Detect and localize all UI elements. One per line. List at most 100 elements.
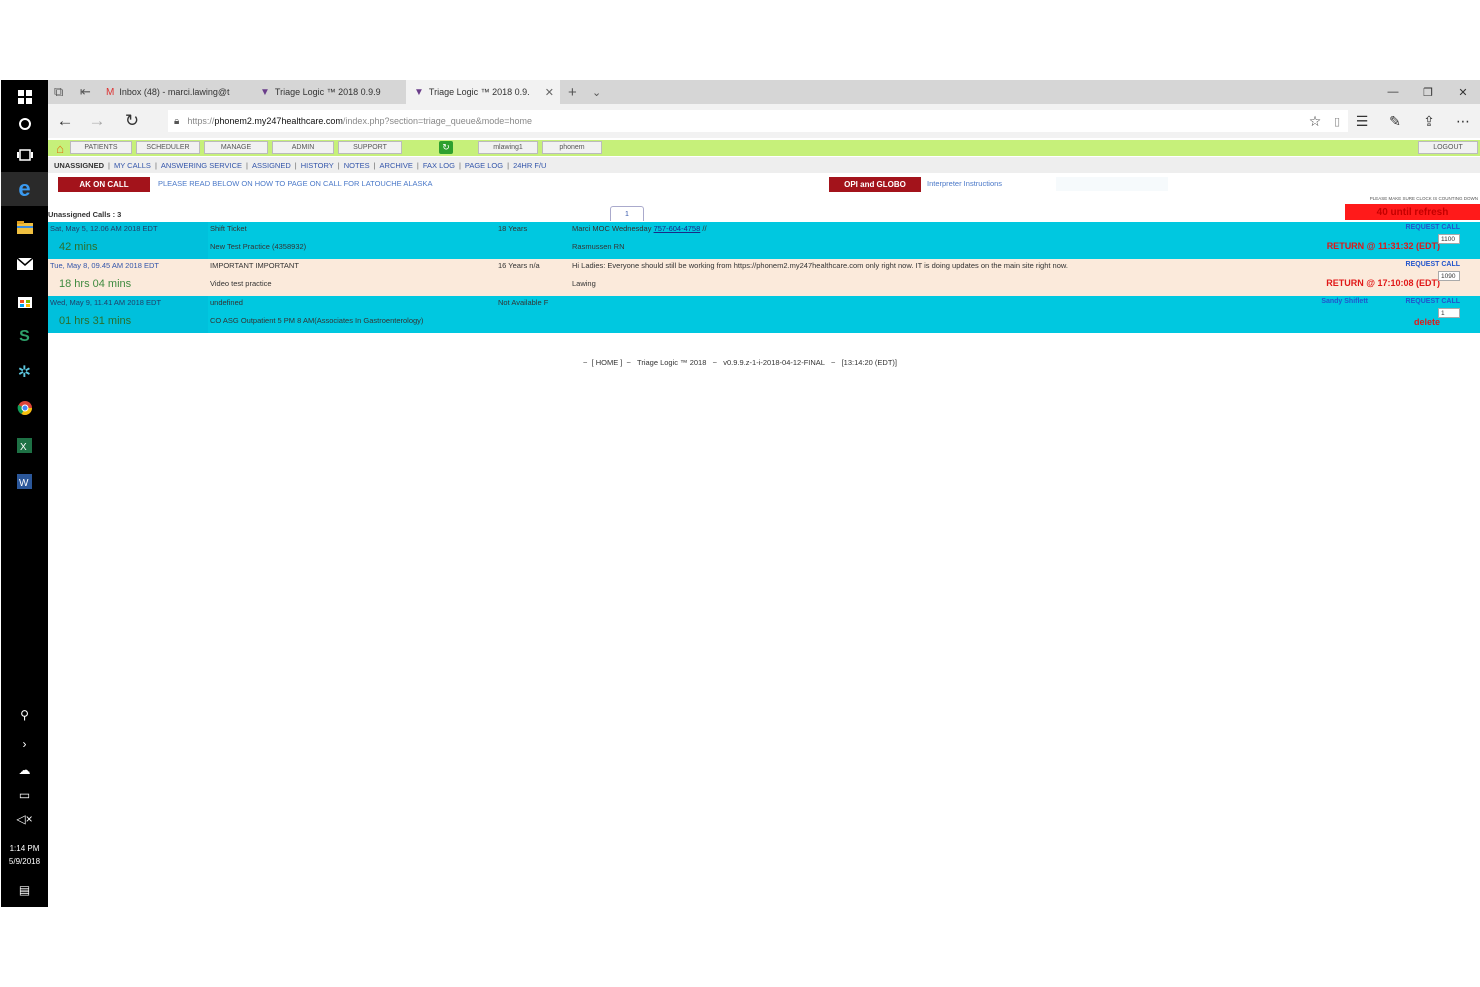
- menu-patients[interactable]: PATIENTS: [70, 141, 132, 154]
- note-tail: //: [700, 224, 707, 233]
- subnav-my-calls[interactable]: MY CALLS: [114, 161, 151, 170]
- favorite-star-icon[interactable]: ☆: [1304, 110, 1326, 132]
- call-elapsed: 18 hrs 04 mins: [59, 278, 132, 290]
- call-assignee: Sandy Shiflett: [1321, 298, 1368, 305]
- close-tab-icon[interactable]: ✕: [545, 86, 554, 99]
- request-call-button[interactable]: REQUEST CALL: [1406, 224, 1460, 231]
- tab-triage-2[interactable]: ▼ Triage Logic ™ 2018 0.9. ✕: [406, 80, 560, 104]
- file-explorer-icon[interactable]: [1, 210, 48, 244]
- subnav-answering-service[interactable]: ANSWERING SERVICE: [161, 161, 242, 170]
- call-staff: Lawing: [572, 279, 596, 288]
- tab-set-aside-icon[interactable]: ⧉: [54, 80, 63, 104]
- unassigned-count: Unassigned Calls : 3: [48, 210, 122, 219]
- edge-browser-icon[interactable]: e: [1, 172, 48, 206]
- subnav-history[interactable]: HISTORY: [301, 161, 334, 170]
- more-icon[interactable]: ⋯: [1452, 110, 1474, 132]
- triage-logo-icon: ▼: [414, 86, 424, 98]
- call-age: 16 Years n/a: [498, 261, 540, 270]
- refresh-page-icon[interactable]: ↻: [121, 110, 143, 132]
- forward-icon[interactable]: →: [86, 110, 108, 132]
- share-icon[interactable]: ⇪: [1418, 110, 1440, 132]
- table-row[interactable]: Tue, May 8, 09.45 AM 2018 EDT 18 hrs 04 …: [48, 259, 1480, 296]
- opi-globo-button[interactable]: OPI and GLOBO: [829, 177, 921, 192]
- page-tab[interactable]: 1: [610, 206, 644, 221]
- volume-muted-icon[interactable]: ◁×: [1, 812, 48, 826]
- call-note: Hi Ladies: Everyone should still be work…: [572, 261, 1068, 270]
- menu-support[interactable]: SUPPORT: [338, 141, 402, 154]
- new-tab-icon[interactable]: +: [568, 80, 577, 104]
- chevron-right-icon[interactable]: ›: [1, 737, 48, 751]
- url-field[interactable]: 🔒︎ https://phonem2.my247healthcare.com/i…: [168, 110, 1348, 132]
- call-number-field[interactable]: 1090: [1438, 271, 1460, 281]
- reading-view-icon[interactable]: ▯: [1334, 115, 1340, 128]
- interpreter-instructions-link[interactable]: Interpreter Instructions: [927, 179, 1002, 188]
- people-icon[interactable]: ⚲: [1, 708, 48, 722]
- delete-link[interactable]: delete: [1414, 317, 1440, 327]
- browser-address-bar: ← → ↻ 🔒︎ https://phonem2.my247healthcare…: [48, 104, 1480, 138]
- taskbar-clock[interactable]: 1:14 PM 5/9/2018: [1, 842, 48, 868]
- menu-manage[interactable]: MANAGE: [204, 141, 268, 154]
- call-datetime: Tue, May 8, 09.45 AM 2018 EDT: [50, 261, 159, 270]
- pen-notes-icon[interactable]: ✎: [1384, 110, 1406, 132]
- call-elapsed: 01 hrs 31 mins: [59, 315, 132, 327]
- app-menu-bar: ⌂ PATIENTS SCHEDULER MANAGE ADMIN SUPPOR…: [48, 140, 1480, 156]
- task-view-icon[interactable]: [1, 138, 48, 172]
- svg-text:X: X: [20, 442, 27, 453]
- request-call-button[interactable]: REQUEST CALL: [1406, 298, 1460, 305]
- cortana-icon[interactable]: [1, 107, 48, 141]
- subnav-archive[interactable]: ARCHIVE: [380, 161, 413, 170]
- onedrive-icon[interactable]: ☁: [1, 763, 48, 777]
- minimize-icon[interactable]: —: [1378, 80, 1408, 104]
- return-time: RETURN @ 11:31:32 (EDT): [1326, 241, 1440, 251]
- subnav-unassigned[interactable]: UNASSIGNED: [54, 161, 104, 170]
- call-subject: Shift Ticket: [210, 224, 247, 233]
- call-number-field[interactable]: 1: [1438, 308, 1460, 318]
- lock-icon: 🔒︎: [174, 115, 180, 127]
- logout-button[interactable]: LOGOUT: [1418, 141, 1478, 154]
- table-row[interactable]: Sat, May 5, 12.06 AM 2018 EDT 42 mins Sh…: [48, 222, 1480, 259]
- ak-on-call-button[interactable]: AK ON CALL: [58, 177, 150, 192]
- call-elapsed: 42 mins: [59, 241, 98, 253]
- tab-title: Inbox (48) - marci.lawing@t: [119, 87, 230, 97]
- action-center-icon[interactable]: ▤: [1, 883, 48, 897]
- tabs-aside-icon[interactable]: ⇤: [80, 80, 91, 104]
- call-note: Marci MOC Wednesday 757-604-4758 //: [572, 224, 707, 233]
- call-practice: CO ASG Outpatient 5 PM 8 AM(Associates I…: [210, 316, 424, 325]
- chevron-down-icon[interactable]: ⌄: [592, 80, 601, 104]
- subnav-assigned[interactable]: ASSIGNED: [252, 161, 291, 170]
- subnav-notes[interactable]: NOTES: [344, 161, 370, 170]
- favorites-hub-icon[interactable]: ☰: [1351, 110, 1373, 132]
- url-domain: phonem2.my247healthcare.com: [214, 116, 343, 126]
- excel-icon[interactable]: X: [1, 428, 48, 462]
- clock-note: PLEASE MAKE SURE CLOCK IS COUNTING DOWN: [1369, 196, 1478, 201]
- tab-triage-1[interactable]: ▼ Triage Logic ™ 2018 0.9.9: [252, 80, 404, 104]
- subnav-page-log[interactable]: PAGE LOG: [465, 161, 503, 170]
- store-icon[interactable]: [1, 283, 48, 317]
- back-icon[interactable]: ←: [54, 110, 76, 132]
- network-icon[interactable]: ▭: [1, 788, 48, 802]
- chrome-icon[interactable]: [1, 391, 48, 425]
- app-s-icon[interactable]: S: [1, 320, 48, 354]
- subnav-24hr-fu[interactable]: 24HR F/U: [513, 161, 546, 170]
- menu-admin[interactable]: ADMIN: [272, 141, 334, 154]
- url-path: /index.php?section=triage_queue&mode=hom…: [342, 116, 533, 126]
- call-subject: IMPORTANT IMPORTANT: [210, 261, 299, 270]
- ak-on-call-note[interactable]: PLEASE READ BELOW ON HOW TO PAGE ON CALL…: [158, 179, 433, 188]
- subnav-fax-log[interactable]: FAX LOG: [423, 161, 455, 170]
- close-window-icon[interactable]: ✕: [1448, 80, 1478, 104]
- phone-link[interactable]: 757-604-4758: [654, 224, 701, 233]
- page-footer: ~ [ HOME ] ~ Triage Logic ™ 2018 ~ v0.9.…: [582, 358, 898, 367]
- request-call-button[interactable]: REQUEST CALL: [1406, 261, 1460, 268]
- queue-header: Unassigned Calls : 3 1 PLEASE MAKE SURE …: [48, 196, 1480, 222]
- tab-title: Triage Logic ™ 2018 0.9.: [428, 87, 530, 97]
- mail-icon[interactable]: [1, 247, 48, 281]
- call-number-field[interactable]: 1100: [1438, 234, 1460, 244]
- refresh-icon[interactable]: ↻: [439, 141, 453, 154]
- menu-scheduler[interactable]: SCHEDULER: [136, 141, 200, 154]
- tab-inbox[interactable]: M Inbox (48) - marci.lawing@t: [98, 80, 250, 104]
- call-practice: New Test Practice (4358932): [210, 242, 307, 251]
- table-row[interactable]: Wed, May 9, 11.41 AM 2018 EDT 01 hrs 31 …: [48, 296, 1480, 333]
- restore-icon[interactable]: ❐: [1413, 80, 1443, 104]
- word-icon[interactable]: W: [1, 464, 48, 498]
- home-icon[interactable]: ⌂: [51, 140, 69, 156]
